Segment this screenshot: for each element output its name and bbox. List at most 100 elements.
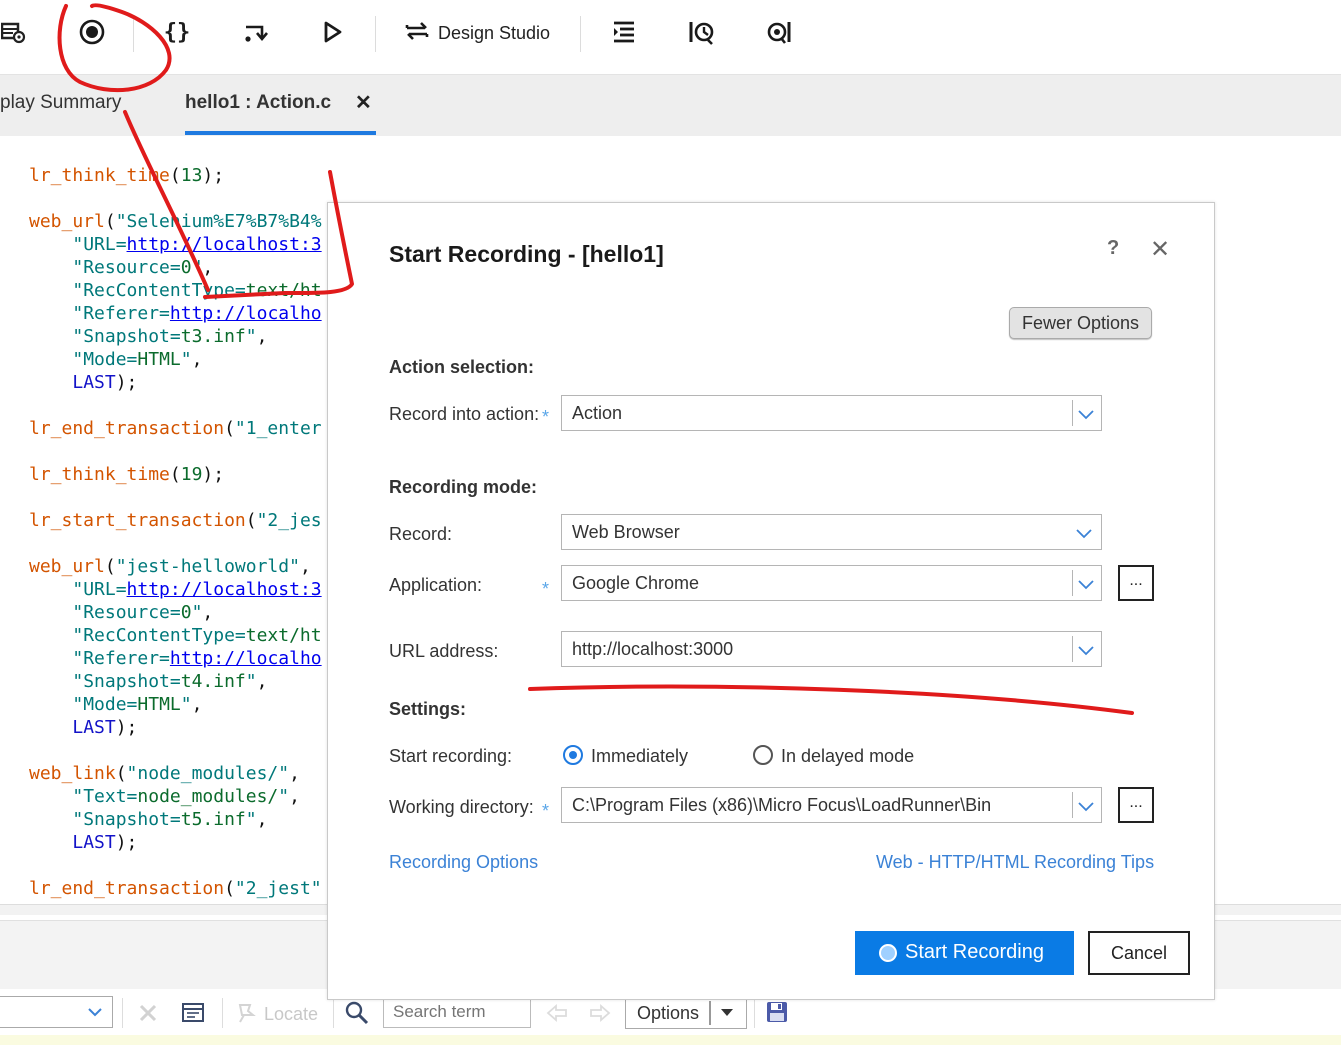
chevron-down-icon[interactable] — [1078, 642, 1094, 663]
replay-grid-icon[interactable] — [0, 14, 28, 50]
code-token: , — [256, 326, 268, 347]
browse-directory-button[interactable]: ... — [1118, 787, 1154, 823]
code-line: lr_start_transaction("2_jes — [29, 509, 322, 532]
application-select[interactable]: Google Chrome — [561, 565, 1102, 601]
braces-icon[interactable]: {} — [160, 14, 194, 50]
code-line: lr_think_time(19); — [29, 463, 224, 486]
close-icon[interactable]: ✕ — [1150, 235, 1170, 264]
options-split-button[interactable]: Options — [625, 996, 747, 1029]
code-token: "Mode= — [72, 694, 138, 715]
filter-dropdown[interactable] — [0, 996, 113, 1028]
code-token: " — [278, 786, 290, 807]
code-token: ); — [115, 717, 138, 738]
code-line: "Snapshot=t3.inf", — [29, 325, 267, 348]
chevron-down-icon[interactable] — [1078, 798, 1094, 819]
search-icon[interactable] — [345, 1001, 369, 1030]
start-recording-dialog: Start Recording - [hello1] ? ✕ Fewer Opt… — [327, 202, 1215, 1000]
close-tab-icon[interactable]: ✕ — [355, 90, 372, 115]
code-token: t4.inf — [180, 671, 246, 692]
fewer-options-button[interactable]: Fewer Options — [1009, 307, 1152, 339]
record-into-action-select[interactable]: Action — [561, 395, 1102, 431]
code-token: LAST — [72, 832, 116, 853]
code-token: text/ht — [245, 625, 322, 646]
record-label: Record: — [389, 524, 453, 544]
code-token: "Snapshot= — [72, 671, 181, 692]
select-divider — [1072, 792, 1073, 818]
record-icon[interactable] — [74, 14, 110, 50]
tab-replay-summary[interactable]: play Summary — [0, 92, 121, 114]
code-url-link[interactable]: http://localhost:3 — [127, 579, 322, 600]
code-line: "Resource=0", — [29, 256, 213, 279]
start-recording-label: Start Recording — [905, 941, 1044, 963]
code-token: 0 — [180, 602, 192, 623]
url-address-combobox[interactable]: http://localhost:3000 — [561, 631, 1102, 667]
code-token: HTML — [137, 349, 181, 370]
caret-down-icon[interactable] — [721, 1009, 733, 1016]
tab-action-c[interactable]: hello1 : Action.c — [185, 92, 331, 114]
chevron-down-icon[interactable] — [1078, 406, 1094, 427]
split-divider — [709, 1001, 711, 1025]
toolbar-divider — [133, 16, 134, 52]
cancel-button[interactable]: Cancel — [1088, 931, 1190, 975]
save-icon[interactable] — [766, 1001, 788, 1028]
code-token: "Mode= — [72, 349, 138, 370]
code-token: "Referer= — [72, 303, 170, 324]
code-token: ( — [169, 165, 181, 186]
code-token: , — [202, 602, 214, 623]
code-token: ( — [224, 418, 235, 439]
radio-delayed-mode[interactable] — [753, 745, 773, 765]
clear-x-icon[interactable] — [137, 1002, 159, 1029]
code-line: lr_think_time(13); — [29, 164, 224, 187]
select-value: C:\Program Files (x86)\Micro Focus\LoadR… — [572, 795, 992, 815]
code-token: " — [245, 671, 257, 692]
code-token: ( — [104, 556, 116, 577]
list-window-icon[interactable] — [181, 1002, 205, 1029]
browse-application-button[interactable]: ... — [1118, 565, 1154, 601]
code-line: lr_end_transaction("2_jest" — [29, 877, 322, 900]
outline-list-icon[interactable] — [608, 14, 640, 50]
help-icon[interactable]: ? — [1107, 237, 1119, 260]
code-token: "Selenium%E7%B7%B4% — [115, 211, 322, 232]
recording-options-link[interactable]: Recording Options — [389, 852, 538, 873]
code-token: "URL= — [72, 234, 127, 255]
code-editor[interactable]: lr_think_time(13); web_url("Selenium%E7%B… — [0, 140, 328, 904]
recording-tips-link[interactable]: Web - HTTP/HTML Recording Tips — [876, 852, 1154, 873]
code-token: LAST — [72, 372, 116, 393]
code-token: 0 — [180, 257, 192, 278]
code-token: " — [180, 694, 192, 715]
record-type-select[interactable]: Web Browser — [561, 514, 1102, 550]
chevron-down-icon[interactable] — [1076, 525, 1092, 546]
code-url-link[interactable]: http://localho — [170, 648, 322, 669]
record-snapshot-icon[interactable] — [762, 14, 796, 50]
search-term-input[interactable] — [383, 996, 531, 1028]
code-token: ( — [245, 510, 257, 531]
code-token: , — [256, 809, 268, 830]
swap-arrows-icon — [404, 19, 430, 48]
code-token: ( — [169, 464, 181, 485]
locate-button[interactable]: Locate — [236, 1001, 318, 1028]
code-url-link[interactable]: http://localhost:3 — [127, 234, 322, 255]
play-icon[interactable] — [316, 14, 350, 50]
start-recording-button[interactable]: Start Recording — [855, 931, 1074, 975]
code-token: ); — [202, 165, 225, 186]
locate-label: Locate — [264, 1004, 319, 1024]
replay-history-icon[interactable] — [684, 14, 718, 50]
find-previous-icon[interactable] — [546, 1003, 568, 1028]
find-next-icon[interactable] — [589, 1003, 611, 1028]
settings-heading: Settings: — [389, 699, 467, 719]
chevron-down-icon[interactable] — [1078, 576, 1094, 597]
code-token: ( — [115, 763, 127, 784]
step-over-icon[interactable] — [238, 14, 272, 50]
code-token: "Snapshot= — [72, 809, 181, 830]
code-url-link[interactable]: http://localho — [170, 303, 322, 324]
radio-immediately[interactable] — [563, 745, 583, 765]
url-address-label: URL address: — [389, 641, 499, 661]
code-token: lr_start_transaction — [29, 510, 246, 531]
design-studio-button[interactable]: Design Studio — [404, 18, 550, 48]
working-directory-combobox[interactable]: C:\Program Files (x86)\Micro Focus\LoadR… — [561, 787, 1102, 823]
